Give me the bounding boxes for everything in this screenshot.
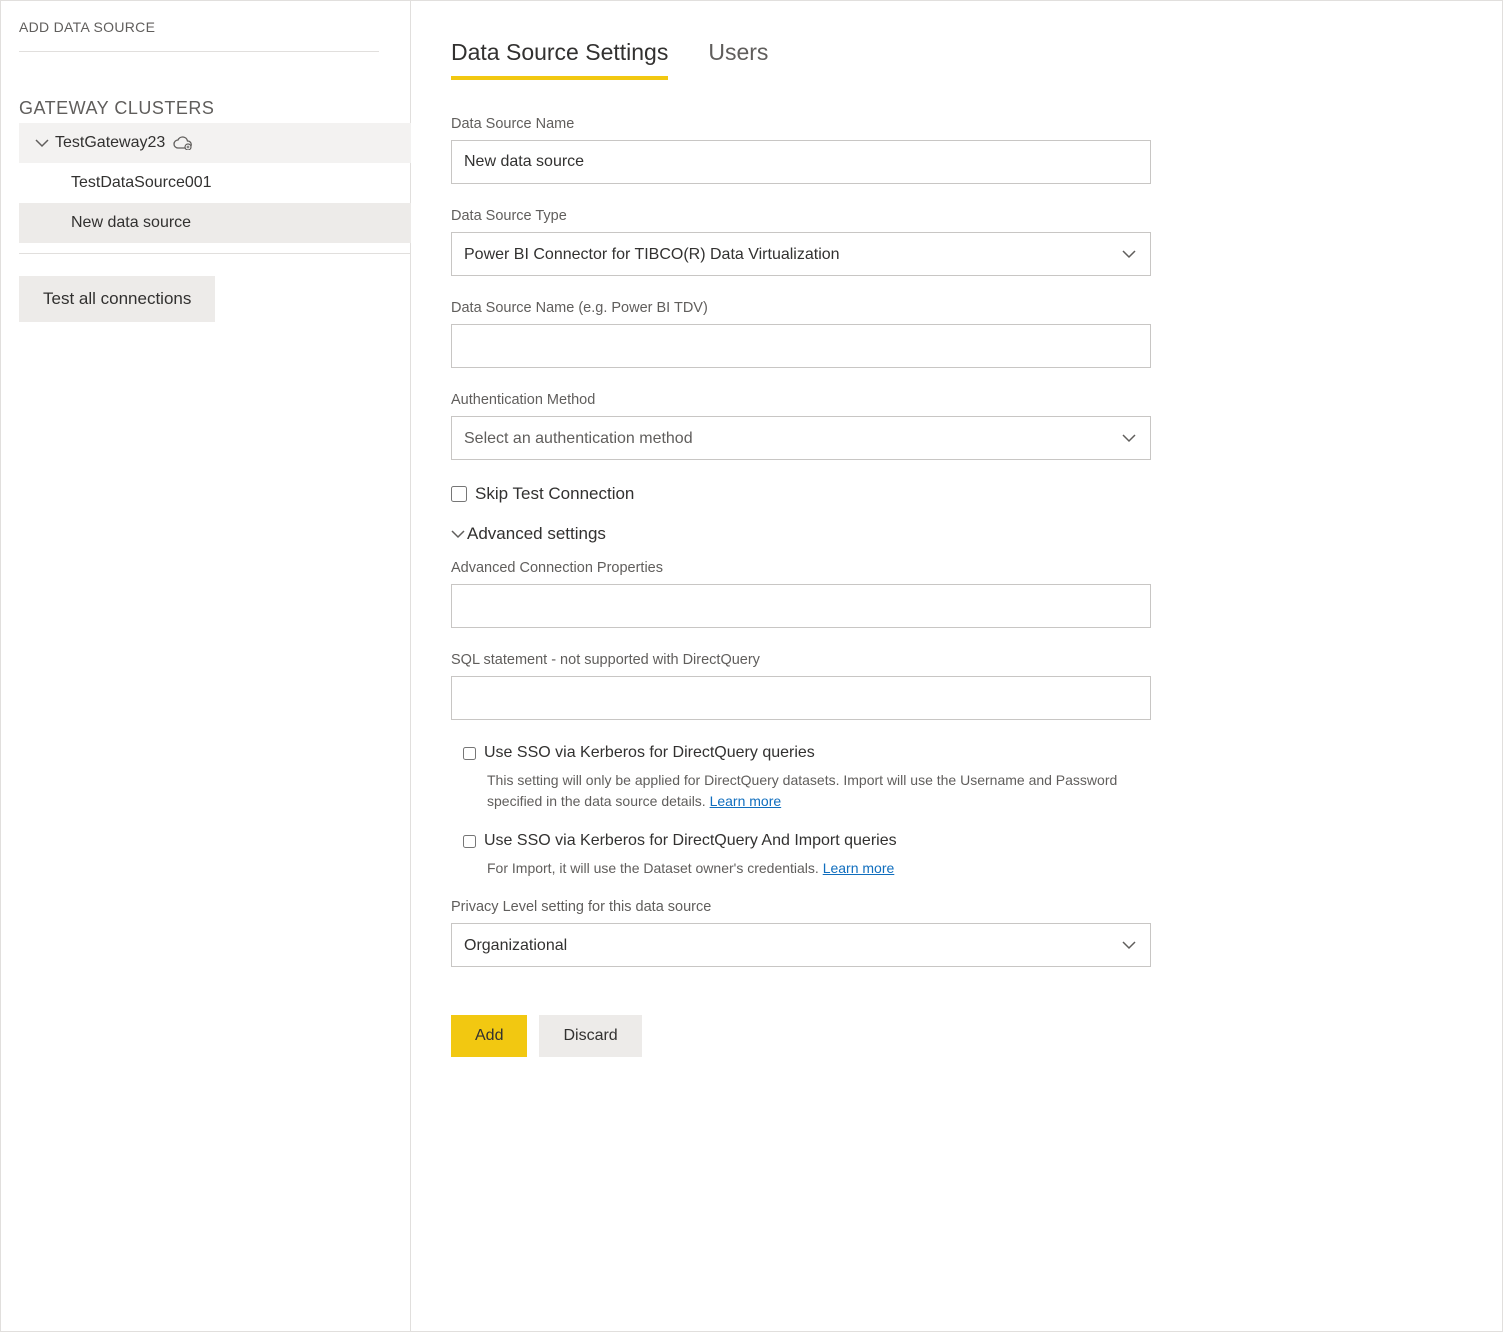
chevron-down-icon [451, 524, 465, 544]
skip-test-connection-checkbox[interactable] [451, 486, 467, 502]
sso-directquery-import-checkbox[interactable] [463, 835, 476, 848]
data-source-name-label: Data Source Name [451, 116, 1462, 132]
data-source-name-input[interactable] [451, 140, 1151, 184]
chevron-down-icon [29, 139, 55, 148]
sso-directquery-import-desc: For Import, it will use the Dataset owne… [463, 858, 1163, 879]
data-source-type-select[interactable]: Power BI Connector for TIBCO(R) Data Vir… [451, 232, 1151, 276]
sso-directquery-import-label[interactable]: Use SSO via Kerberos for DirectQuery And… [484, 832, 897, 850]
sso-directquery-label[interactable]: Use SSO via Kerberos for DirectQuery que… [484, 744, 815, 762]
data-source-name2-label: Data Source Name (e.g. Power BI TDV) [451, 300, 1462, 316]
advanced-settings-toggle[interactable]: Advanced settings [451, 524, 1462, 544]
add-button[interactable]: Add [451, 1015, 527, 1057]
cloud-icon [173, 136, 193, 150]
authentication-method-label: Authentication Method [451, 392, 1462, 408]
sidebar-item-label: TestDataSource001 [71, 174, 212, 192]
learn-more-link[interactable]: Learn more [710, 793, 782, 809]
sidebar-item-datasource-1[interactable]: TestDataSource001 [19, 163, 411, 203]
sql-statement-label: SQL statement - not supported with Direc… [451, 652, 1462, 668]
sidebar-item-label: New data source [71, 214, 191, 232]
advanced-conn-props-label: Advanced Connection Properties [451, 560, 1462, 576]
sql-statement-input[interactable] [451, 676, 1151, 720]
discard-button[interactable]: Discard [539, 1015, 641, 1057]
gateway-clusters-header: GATEWAY CLUSTERS [19, 98, 410, 119]
sso-directquery-checkbox[interactable] [463, 747, 476, 760]
learn-more-link[interactable]: Learn more [823, 860, 895, 876]
tab-users[interactable]: Users [708, 39, 768, 80]
test-all-connections-button[interactable]: Test all connections [19, 276, 215, 322]
data-source-name2-input[interactable] [451, 324, 1151, 368]
advanced-conn-props-input[interactable] [451, 584, 1151, 628]
skip-test-connection-label[interactable]: Skip Test Connection [475, 484, 634, 504]
tabs: Data Source Settings Users [451, 39, 1462, 80]
sso-directquery-desc: This setting will only be applied for Di… [463, 770, 1163, 812]
advanced-settings-label: Advanced settings [467, 524, 606, 544]
tab-data-source-settings[interactable]: Data Source Settings [451, 39, 668, 80]
main-panel: Data Source Settings Users Data Source N… [411, 1, 1502, 1331]
sidebar-item-datasource-2[interactable]: New data source [19, 203, 411, 243]
sidebar-divider [19, 253, 411, 254]
gateway-cluster-row[interactable]: TestGateway23 [19, 123, 411, 163]
add-data-source-title: ADD DATA SOURCE [19, 19, 379, 52]
data-source-type-label: Data Source Type [451, 208, 1462, 224]
privacy-level-label: Privacy Level setting for this data sour… [451, 899, 1462, 915]
privacy-level-select[interactable]: Organizational [451, 923, 1151, 967]
gateway-cluster-name: TestGateway23 [55, 134, 165, 152]
authentication-method-select[interactable]: Select an authentication method [451, 416, 1151, 460]
sidebar: ADD DATA SOURCE GATEWAY CLUSTERS TestGat… [1, 1, 411, 1331]
